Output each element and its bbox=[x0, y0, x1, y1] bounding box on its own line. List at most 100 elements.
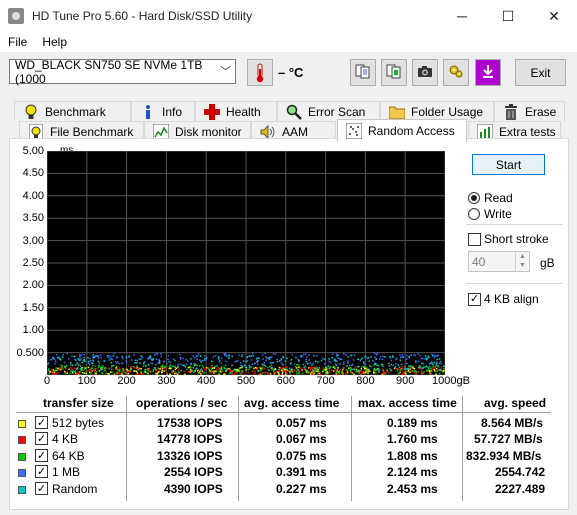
data-point bbox=[390, 369, 393, 372]
exit-button[interactable]: Exit bbox=[515, 59, 566, 86]
data-point bbox=[350, 354, 352, 357]
table-row: ✓ 512 bytes 17538 IOPS 0.057 ms 0.189 ms… bbox=[16, 416, 551, 433]
short-stroke-size-input[interactable]: 40 ▲ ▼ bbox=[468, 251, 530, 272]
maximize-button[interactable]: ☐ bbox=[485, 0, 531, 32]
data-point bbox=[147, 357, 149, 359]
data-point bbox=[64, 372, 66, 374]
copy-text-button[interactable] bbox=[350, 59, 376, 86]
data-point bbox=[110, 366, 113, 368]
tab-info[interactable]: Info bbox=[131, 101, 195, 121]
data-point bbox=[250, 355, 253, 357]
data-point bbox=[390, 359, 393, 362]
data-point bbox=[122, 357, 124, 360]
data-point bbox=[436, 370, 438, 372]
data-point bbox=[280, 369, 283, 372]
data-point bbox=[394, 366, 397, 368]
tab-error-scan[interactable]: Error Scan bbox=[277, 101, 380, 121]
save-button[interactable] bbox=[475, 59, 501, 86]
temperature-readout: – °C bbox=[278, 65, 304, 80]
data-point bbox=[361, 366, 363, 368]
close-button[interactable]: ✕ bbox=[531, 0, 577, 32]
data-point bbox=[395, 357, 398, 360]
data-point bbox=[221, 357, 223, 359]
data-point bbox=[74, 367, 76, 369]
copy-screenshot-button[interactable] bbox=[381, 59, 407, 86]
data-point bbox=[131, 359, 133, 361]
y-tick-label: 4.50 bbox=[22, 167, 44, 180]
align-checkbox[interactable]: ✓ 4 KB align bbox=[468, 292, 539, 306]
drive-select[interactable]: WD_BLACK SN750 SE NVMe 1TB (1000 ﹀ bbox=[9, 58, 236, 86]
short-stroke-checkbox[interactable]: Short stroke bbox=[468, 232, 549, 246]
start-button[interactable]: Start bbox=[472, 154, 545, 175]
data-point bbox=[214, 355, 217, 357]
read-radio[interactable]: Read bbox=[468, 191, 513, 205]
data-point bbox=[373, 352, 376, 355]
read-label: Read bbox=[484, 191, 513, 205]
data-point bbox=[410, 371, 413, 374]
data-point bbox=[72, 370, 74, 372]
data-point bbox=[401, 366, 403, 368]
cell-ops: 13326 IOPS bbox=[157, 449, 223, 463]
tab-label: File Benchmark bbox=[50, 124, 134, 139]
data-point bbox=[306, 356, 308, 358]
data-point bbox=[177, 363, 179, 366]
data-point bbox=[327, 365, 330, 367]
data-point bbox=[110, 361, 112, 364]
data-point bbox=[218, 361, 221, 363]
data-point bbox=[163, 366, 166, 368]
data-point bbox=[320, 359, 323, 362]
data-point bbox=[381, 365, 384, 367]
data-point bbox=[156, 367, 159, 369]
data-point bbox=[361, 357, 364, 359]
row-checkbox[interactable]: ✓ bbox=[35, 449, 48, 462]
random-access-chart: ms 5.004.504.003.503.002.502.001.501.000… bbox=[14, 145, 470, 390]
data-point bbox=[253, 367, 255, 370]
data-point bbox=[100, 371, 103, 374]
data-point bbox=[198, 372, 200, 374]
data-point bbox=[309, 362, 311, 364]
data-point bbox=[125, 357, 128, 359]
data-point bbox=[386, 369, 388, 371]
data-point bbox=[334, 370, 336, 373]
header-divider bbox=[16, 412, 551, 413]
data-point bbox=[392, 356, 394, 358]
data-point bbox=[267, 369, 270, 371]
data-point bbox=[196, 367, 198, 370]
data-point bbox=[341, 371, 343, 373]
write-radio[interactable]: Write bbox=[468, 207, 512, 221]
row-checkbox[interactable]: ✓ bbox=[35, 416, 48, 429]
menu-help[interactable]: Help bbox=[34, 35, 74, 49]
data-point bbox=[244, 364, 246, 366]
data-point bbox=[111, 368, 113, 371]
data-point bbox=[157, 362, 159, 364]
data-point bbox=[312, 369, 314, 371]
screenshot-button[interactable] bbox=[412, 59, 438, 86]
data-point bbox=[57, 372, 59, 374]
data-point bbox=[155, 363, 157, 366]
menu-file[interactable]: File bbox=[0, 35, 34, 49]
data-point bbox=[55, 369, 57, 372]
tab-random-access[interactable]: Random Access bbox=[337, 119, 467, 142]
minimize-button[interactable]: ─ bbox=[439, 0, 485, 32]
cell-size: 64 KB bbox=[52, 449, 85, 463]
data-point bbox=[187, 366, 190, 369]
spin-arrows[interactable]: ▲ ▼ bbox=[515, 252, 529, 271]
tab-erase[interactable]: Erase bbox=[494, 101, 565, 121]
data-point bbox=[203, 371, 206, 374]
data-point bbox=[315, 360, 317, 362]
data-point bbox=[366, 369, 369, 372]
data-point bbox=[94, 365, 97, 367]
data-point bbox=[228, 355, 230, 357]
data-point bbox=[217, 358, 220, 360]
options-button[interactable] bbox=[443, 59, 469, 86]
x-tick-label: 500 bbox=[236, 375, 256, 387]
tab-benchmark[interactable]: Benchmark bbox=[14, 101, 131, 121]
data-point bbox=[400, 363, 403, 366]
tab-health[interactable]: Health bbox=[195, 101, 277, 121]
data-point bbox=[323, 369, 325, 371]
data-point bbox=[262, 358, 264, 360]
row-checkbox[interactable]: ✓ bbox=[35, 432, 48, 445]
row-checkbox[interactable]: ✓ bbox=[35, 465, 48, 478]
row-checkbox[interactable]: ✓ bbox=[35, 482, 48, 495]
tab-folder-usage[interactable]: Folder Usage bbox=[380, 101, 494, 121]
